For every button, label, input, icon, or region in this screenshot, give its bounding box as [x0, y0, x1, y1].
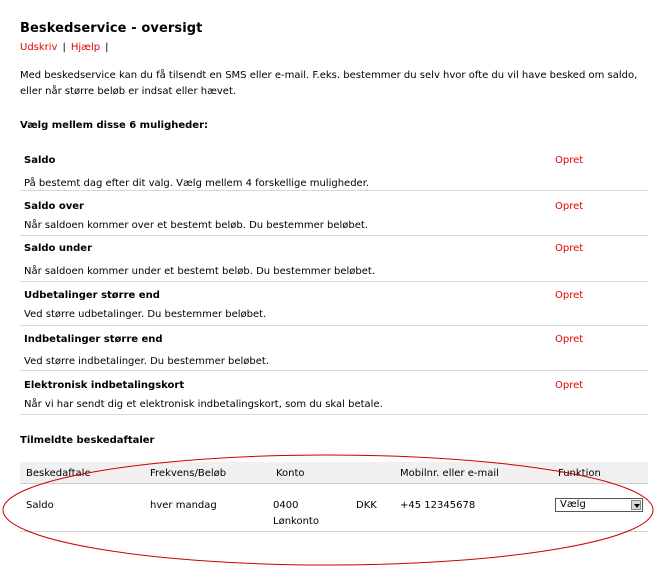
row-contact: +45 12345678	[400, 500, 476, 511]
col-contact: Mobilnr. eller e-mail	[400, 468, 499, 479]
option-saldo-under: Saldo under Opret Når saldoen kommer und…	[20, 236, 648, 282]
create-link-saldo-over[interactable]: Opret	[555, 201, 583, 212]
option-title: Saldo under	[24, 243, 92, 254]
option-saldo-over: Saldo over Opret Når saldoen kommer over…	[20, 191, 648, 236]
subscriptions-table: Beskedaftale Frekvens/Beløb Konto Mobiln…	[20, 462, 648, 532]
page-title: Beskedservice - oversigt	[20, 21, 203, 36]
row-currency: DKK	[356, 500, 377, 511]
create-link-udbetalinger[interactable]: Opret	[555, 290, 583, 301]
option-description: Ved større indbetalinger. Du bestemmer b…	[24, 356, 270, 367]
option-saldo: Saldo Opret På bestemt dag efter dit val…	[20, 145, 648, 191]
option-title: Saldo	[24, 155, 56, 166]
print-link[interactable]: Udskriv	[20, 42, 57, 53]
option-description: På bestemt dag efter dit valg. Vælg mell…	[24, 178, 370, 189]
help-link[interactable]: Hjælp	[71, 42, 100, 53]
row-account-name: Lønkonto	[273, 516, 319, 527]
function-select[interactable]: Vælg	[555, 498, 643, 512]
table-header: Beskedaftale Frekvens/Beløb Konto Mobiln…	[20, 462, 648, 484]
option-title: Elektronisk indbetalingskort	[24, 380, 185, 391]
option-description: Ved større udbetalinger. Du bestemmer be…	[24, 309, 267, 320]
col-frequency: Frekvens/Beløb	[150, 468, 227, 479]
create-link-saldo-under[interactable]: Opret	[555, 243, 583, 254]
option-title: Indbetalinger større end	[24, 334, 163, 345]
col-function: Funktion	[558, 468, 601, 479]
create-link-elektronisk[interactable]: Opret	[555, 380, 583, 391]
table-row: Saldo hver mandag 0400 Lønkonto DKK +45 …	[20, 484, 648, 532]
row-frequency: hver mandag	[150, 500, 217, 511]
option-title: Udbetalinger større end	[24, 290, 160, 301]
create-link-indbetalinger[interactable]: Opret	[555, 334, 583, 345]
chevron-down-icon[interactable]	[631, 500, 641, 510]
subscriptions-heading: Tilmeldte beskedaftaler	[20, 435, 155, 446]
function-select-value: Vælg	[560, 499, 586, 510]
row-agreement: Saldo	[26, 500, 54, 511]
page-links: Udskriv | Hjælp |	[20, 42, 113, 53]
intro-text: Med beskedservice kan du få tilsendt en …	[20, 70, 638, 97]
create-link-saldo[interactable]: Opret	[555, 155, 583, 166]
option-description: Når saldoen kommer over et bestemt beløb…	[24, 220, 369, 231]
col-account: Konto	[276, 468, 305, 479]
option-description: Når vi har sendt dig et elektronisk indb…	[24, 399, 383, 410]
options-heading: Vælg mellem disse 6 muligheder:	[20, 120, 208, 131]
link-separator: |	[105, 42, 109, 53]
row-account-number: 0400	[273, 500, 299, 511]
link-separator: |	[62, 42, 66, 53]
option-elektronisk: Elektronisk indbetalingskort Opret Når v…	[20, 371, 648, 415]
option-title: Saldo over	[24, 201, 84, 212]
col-agreement: Beskedaftale	[26, 468, 91, 479]
option-description: Når saldoen kommer under et bestemt belø…	[24, 266, 375, 277]
option-udbetalinger: Udbetalinger større end Opret Ved større…	[20, 282, 648, 326]
option-indbetalinger: Indbetalinger større end Opret Ved størr…	[20, 326, 648, 371]
options-list: Saldo Opret På bestemt dag efter dit val…	[20, 145, 648, 415]
